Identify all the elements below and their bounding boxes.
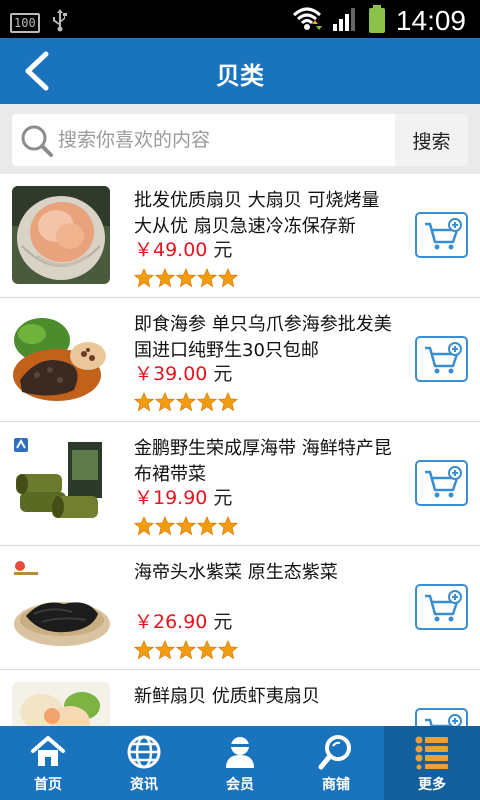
price-unit: 元 [213,611,233,633]
menu-list-icon [415,736,448,770]
price-unit: 元 [213,363,233,385]
cart-add-icon [425,218,462,250]
tab-more[interactable]: 更多 [384,726,480,800]
usb-icon [52,8,68,37]
price-unit: 元 [213,487,233,509]
product-title: 批发优质扇贝 大扇贝 可烧烤量大从优 扇贝急速冷冻保存新 [134,190,380,237]
product-image-fresh-scallop [12,682,110,726]
star-icon [197,640,217,660]
page-title: 贝类 [216,62,264,90]
tab-home[interactable]: 首页 [0,726,96,800]
price-row: ￥49.00 元 [134,238,232,262]
search-bar: 搜索 [0,104,480,174]
globe-icon [127,735,161,769]
product-price: ￥19.90 [134,487,208,509]
tab-label: 商铺 [322,777,350,793]
product-price: ￥39.00 [134,363,208,385]
tab-label: 资讯 [130,777,158,793]
add-to-cart-button[interactable] [415,336,468,382]
star-icon [218,268,238,288]
app-screen: 100 14:09 贝类 搜索你喜欢的内容 搜索 批发优质扇贝 大扇贝 可烧烤量… [0,0,480,800]
tab-member[interactable]: 会员 [192,726,288,800]
wifi-icon [292,6,322,36]
price-row: ￥26.90 元 [134,610,232,634]
page-header: 贝类 [0,38,480,104]
add-to-cart-button[interactable] [415,584,468,630]
star-icon [176,516,196,536]
product-image-scallop [12,186,110,284]
tab-news[interactable]: 资讯 [96,726,192,800]
star-icon [176,268,196,288]
search-input[interactable] [58,114,388,166]
list-item[interactable]: 海帝头水紫菜 原生态紫菜 ￥26.90 元 [0,546,480,670]
status-time: 14:09 [395,5,466,36]
star-icon [155,392,175,412]
product-title: 新鲜扇贝 优质虾夷扇贝 [134,686,320,707]
add-to-cart-button[interactable] [415,212,468,258]
cart-add-icon [425,342,462,374]
product-list: 批发优质扇贝 大扇贝 可烧烤量大从优 扇贝急速冷冻保存新 ￥49.00 元 即食… [0,174,480,726]
star-icon [155,268,175,288]
tab-label: 首页 [34,777,62,793]
product-price: ￥49.00 [134,239,208,261]
star-icon [218,516,238,536]
product-title: 即食海参 单只乌爪参海参批发美国进口纯野生30只包邮 [134,314,392,361]
star-icon [134,392,154,412]
search-icon [21,125,53,157]
product-image-kelp [12,434,110,532]
star-icon [218,392,238,412]
product-price: ￥26.90 [134,611,208,633]
product-image-sea-cucumber [12,310,110,408]
search-box [12,114,395,166]
tab-label: 会员 [226,777,254,793]
star-icon [155,640,175,660]
battery-icon [368,4,386,38]
status-bar: 100 14:09 [0,0,480,38]
star-icon [134,268,154,288]
star-icon [155,516,175,536]
list-item[interactable]: 即食海参 单只乌爪参海参批发美国进口纯野生30只包邮 ￥39.00 元 [0,298,480,422]
add-to-cart-button[interactable] [415,708,468,726]
tab-store[interactable]: 商铺 [288,726,384,800]
user-icon [226,737,254,768]
list-item[interactable]: 金鹏野生荣成厚海带 海鲜特产昆布裙带菜 ￥19.90 元 [0,422,480,546]
rating-stars [134,392,238,412]
list-item[interactable]: 批发优质扇贝 大扇贝 可烧烤量大从优 扇贝急速冷冻保存新 ￥49.00 元 [0,174,480,298]
search-button[interactable]: 搜索 [395,114,468,166]
price-row: ￥39.00 元 [134,362,232,386]
product-title: 海帝头水紫菜 原生态紫菜 [134,562,338,583]
cart-add-icon [425,590,462,622]
star-icon [134,516,154,536]
home-icon [31,736,65,766]
product-image-seaweed [12,558,110,656]
store-search-icon [318,735,351,770]
bottom-tab-bar: 首页 资讯 会员 商铺 更多 [0,726,480,800]
rating-stars [134,268,238,288]
product-title: 金鹏野生荣成厚海带 海鲜特产昆布裙带菜 [134,438,392,485]
tab-label: 更多 [418,777,446,793]
battery-percent-icon: 100 [10,12,40,33]
star-icon [176,640,196,660]
star-icon [197,268,217,288]
signal-icon [332,6,358,36]
rating-stars [134,640,238,660]
star-icon [197,516,217,536]
star-icon [197,392,217,412]
add-to-cart-button[interactable] [415,460,468,506]
price-row: ￥19.90 元 [134,486,232,510]
star-icon [176,392,196,412]
star-icon [134,640,154,660]
cart-add-icon [425,714,462,726]
price-unit: 元 [213,239,233,261]
cart-add-icon [425,466,462,498]
rating-stars [134,516,238,536]
list-item[interactable]: 新鲜扇贝 优质虾夷扇贝 [0,670,480,726]
star-icon [218,640,238,660]
